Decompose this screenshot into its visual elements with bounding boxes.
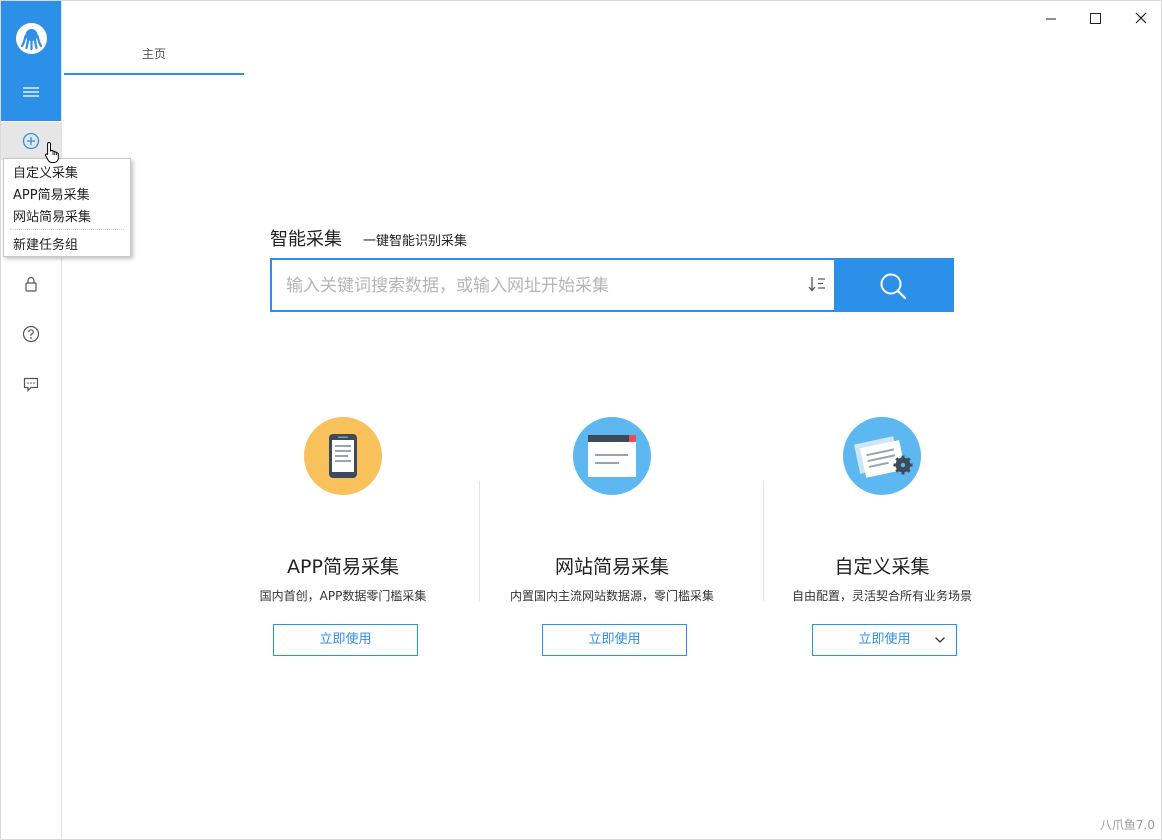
add-circle-icon [22, 132, 40, 150]
use-now-button[interactable]: 立即使用 [273, 624, 418, 656]
lock-icon [25, 276, 37, 292]
search-icon [880, 273, 907, 300]
maximize-icon [1090, 13, 1101, 24]
search-button[interactable] [834, 258, 954, 312]
card-desc: 内置国内主流网站数据源，零门槛采集 [509, 589, 714, 603]
card-title: 网站简易采集 [554, 556, 669, 578]
card-website-collect: 网站简易采集 内置国内主流网站数据源，零门槛采集 立即使用 [472, 416, 752, 666]
hand-cursor-icon [44, 141, 62, 169]
menu-item-new-task-group[interactable]: 新建任务组 [13, 234, 78, 253]
close-button[interactable] [1121, 5, 1161, 33]
menu-item-website-collect[interactable]: 网站简易采集 [13, 206, 91, 225]
search-box [270, 258, 954, 312]
document-settings-icon [843, 417, 921, 495]
card-desc: 国内首创，APP数据零门槛采集 [259, 589, 427, 603]
phone-icon [304, 417, 382, 495]
webpage-icon [573, 417, 651, 495]
menu-divider [10, 229, 124, 230]
sidebar-header [1, 1, 61, 121]
help-icon [22, 325, 40, 343]
chevron-down-icon[interactable] [934, 634, 946, 646]
new-task-menu: 自定义采集 APP简易采集 网站简易采集 新建任务组 [3, 158, 131, 257]
minimize-button[interactable] [1031, 5, 1071, 33]
use-now-label: 立即使用 [858, 632, 911, 647]
octopus-logo-icon[interactable] [16, 23, 47, 54]
smart-collect-title: 智能采集 [270, 229, 342, 250]
message-icon [23, 377, 39, 392]
close-icon [1135, 12, 1147, 24]
lock-button[interactable] [1, 265, 61, 303]
card-app-collect: APP简易采集 国内首创，APP数据零门槛采集 立即使用 [203, 416, 483, 666]
app-window: 主页 智能采集 一键智能识别采集 输入关键词搜索数据，或输入网址开始采集 APP… [0, 0, 1162, 840]
search-input[interactable] [284, 268, 808, 304]
smart-collect-subtitle: 一键智能识别采集 [363, 234, 468, 249]
card-title: APP简易采集 [287, 556, 399, 578]
version-label: 八爪鱼7.0 [1099, 818, 1155, 832]
card-title: 自定义采集 [834, 556, 930, 578]
maximize-button[interactable] [1075, 5, 1115, 33]
card-desc: 自由配置，灵活契合所有业务场景 [791, 589, 972, 603]
menu-icon[interactable] [16, 79, 46, 105]
use-now-button[interactable]: 立即使用 [542, 624, 687, 656]
menu-item-app-collect[interactable]: APP简易采集 [13, 184, 90, 203]
message-button[interactable] [1, 365, 61, 403]
card-custom-collect: 自定义采集 自由配置，灵活契合所有业务场景 立即使用 [742, 416, 1022, 666]
tab-home[interactable]: 主页 [64, 35, 244, 75]
use-now-button[interactable]: 立即使用 [812, 624, 957, 656]
minimize-icon [1046, 18, 1056, 20]
help-button[interactable] [1, 315, 61, 353]
sort-icon[interactable] [808, 275, 828, 297]
sidebar [1, 1, 62, 839]
